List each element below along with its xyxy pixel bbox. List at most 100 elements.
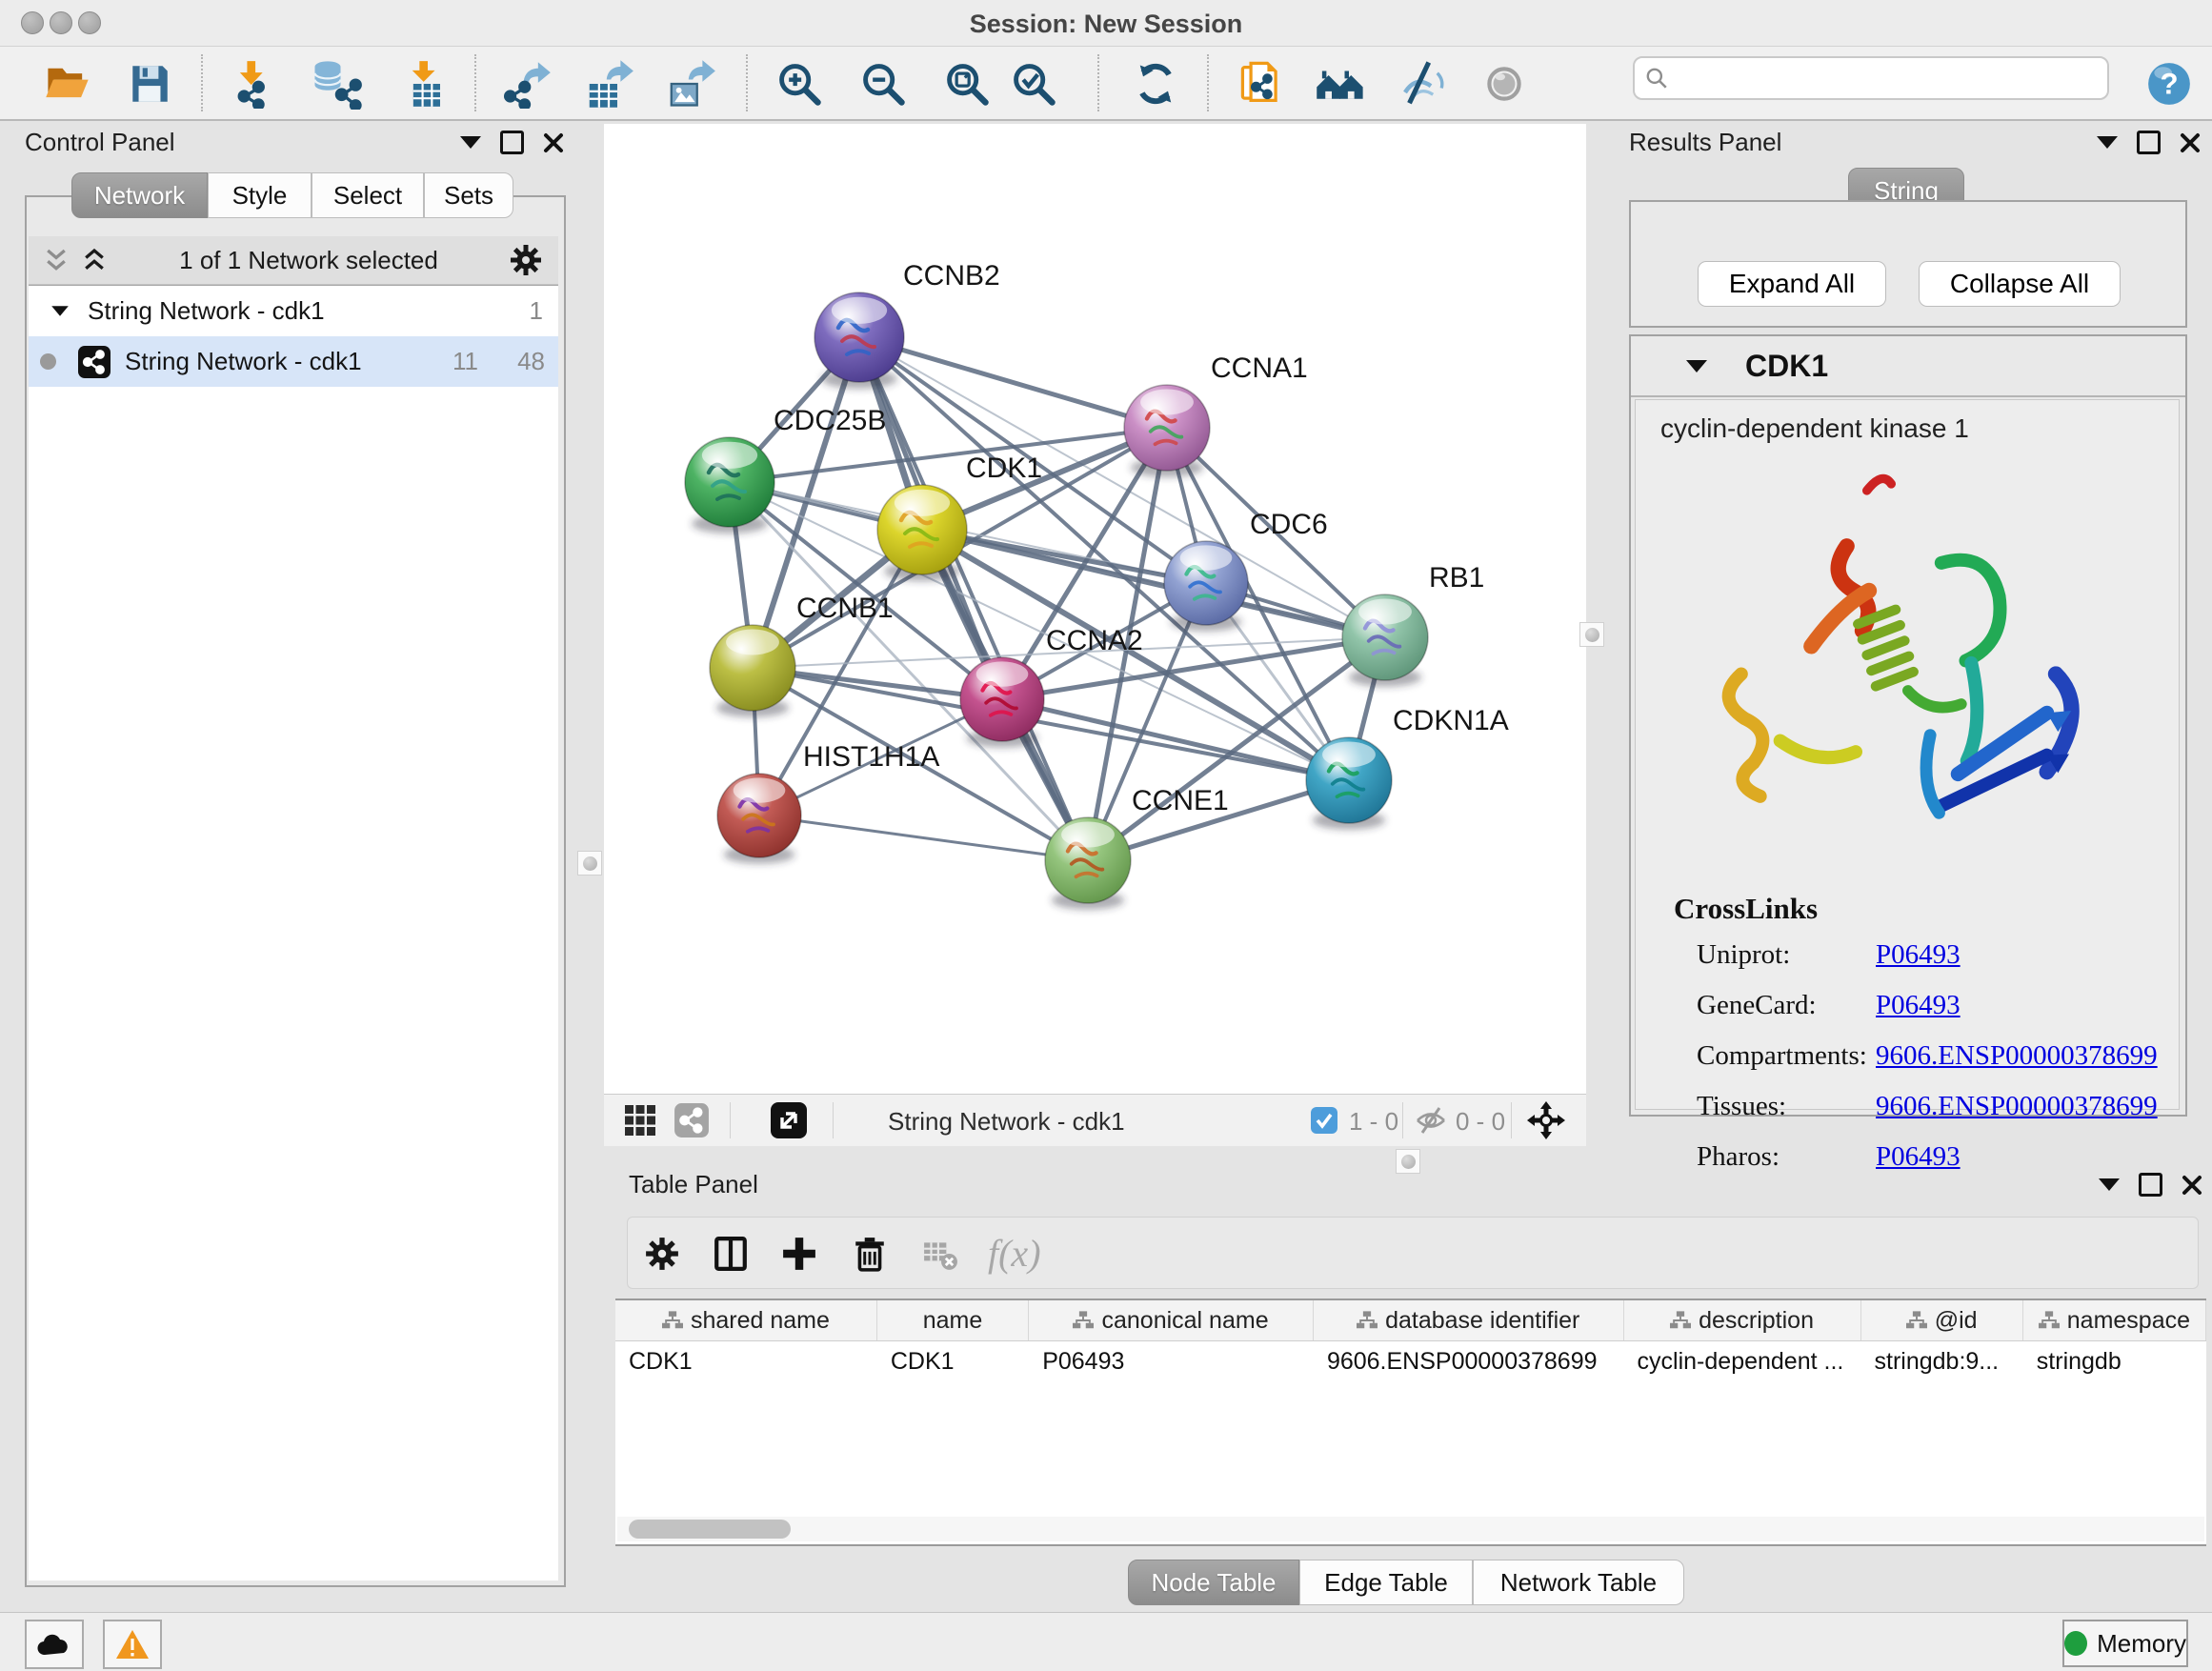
show-graphics-details-icon[interactable] [1478,58,1530,110]
tab-network-table[interactable]: Network Table [1473,1560,1684,1605]
hide-graphics-details-icon[interactable] [1397,58,1448,110]
export-table-icon[interactable] [583,58,634,110]
expand-all-button[interactable]: Expand All [1698,261,1886,307]
bottom-splitter-handle[interactable] [1396,1149,1420,1174]
export-network-icon[interactable] [502,58,553,110]
collapse-all-networks-icon[interactable] [42,246,70,274]
collection-expander-icon[interactable] [51,306,69,315]
column-header-canonical-name[interactable]: canonical name [1029,1300,1314,1340]
network-share-view-icon[interactable] [671,1101,713,1139]
refresh-icon[interactable] [1130,58,1181,110]
delete-table-icon [919,1233,961,1275]
control-panel-close-icon[interactable] [543,132,564,153]
tab-node-table[interactable]: Node Table [1128,1560,1299,1605]
results-panel-float-icon[interactable] [2137,131,2161,154]
table-cell[interactable]: stringdb [2023,1341,2206,1381]
table-horizontal-scrollbar[interactable] [617,1517,2204,1541]
table-row[interactable]: CDK1CDK1P064939606.ENSP00000378699cyclin… [615,1341,2206,1381]
crosslink-link[interactable]: 9606.ENSP00000378699 [1876,1040,2158,1072]
cloud-status-button[interactable] [25,1620,84,1669]
table-options-gear-icon[interactable] [641,1233,683,1275]
selected-nodes-checkbox-icon[interactable] [1309,1105,1339,1136]
zoom-in-icon[interactable] [774,58,825,110]
control-panel-menu-icon[interactable] [460,136,481,149]
open-in-new-window-icon[interactable] [768,1100,810,1140]
table-cell[interactable]: P06493 [1029,1341,1314,1381]
save-session-icon[interactable] [124,58,175,110]
search-input[interactable] [1677,64,2098,93]
results-panel-close-icon[interactable] [2180,132,2201,153]
results-panel-menu-icon[interactable] [2097,136,2118,149]
warning-status-button[interactable] [103,1620,162,1669]
table-cell[interactable]: 9606.ENSP00000378699 [1314,1341,1624,1381]
import-network-from-database-icon[interactable] [311,58,362,110]
open-session-icon[interactable] [42,58,93,110]
gene-entry-body: cyclin-dependent kinase 1 [1635,399,2180,1110]
zoom-fit-icon[interactable] [941,58,993,110]
memory-button[interactable]: Memory [2062,1620,2188,1667]
delete-column-icon[interactable] [849,1233,891,1275]
help-icon[interactable]: ? [2143,58,2195,110]
control-panel-float-icon[interactable] [500,131,524,154]
tab-network[interactable]: Network [71,172,208,218]
table-cell[interactable]: stringdb:9... [1861,1341,2023,1381]
tab-sets[interactable]: Sets [424,172,513,218]
zoom-out-icon[interactable] [857,58,909,110]
column-header-database-identifier[interactable]: database identifier [1314,1300,1624,1340]
crosslink-row: Compartments:9606.ENSP00000378699 [1697,1031,2163,1081]
column-header-name[interactable]: name [877,1300,1029,1340]
left-splitter-handle[interactable] [577,851,602,876]
control-panel-header: Control Panel [25,128,564,157]
network-row-selected[interactable]: String Network - cdk1 11 48 [29,336,558,387]
network-options-gear-icon[interactable] [509,243,543,277]
node-label-ccna2: CCNA2 [1046,625,1143,656]
search-field[interactable] [1633,56,2109,100]
scrollbar-thumb[interactable] [629,1520,791,1539]
gene-expander-icon[interactable] [1686,360,1707,372]
expand-all-networks-icon[interactable] [80,246,109,274]
network-canvas[interactable]: CCNB2CCNA1CDC25BCDK1CDC6RB1CCNB1CCNA2CDK… [604,124,1586,1094]
add-column-icon[interactable] [778,1233,820,1275]
tab-style[interactable]: Style [208,172,312,218]
table-cell[interactable]: CDK1 [615,1341,877,1381]
network-collection-row[interactable]: String Network - cdk1 1 [29,286,558,336]
table-panel-menu-icon[interactable] [2099,1178,2120,1191]
table-panel-float-icon[interactable] [2139,1173,2162,1197]
collapse-all-button[interactable]: Collapse All [1919,261,2121,307]
node-label-ccna1: CCNA1 [1211,352,1308,384]
crosslink-link[interactable]: P06493 [1876,939,1961,971]
crosslink-row: GeneCard:P06493 [1697,980,2163,1031]
table-cell[interactable]: CDK1 [877,1341,1029,1381]
tab-select[interactable]: Select [312,172,424,218]
status-bar [0,1612,2212,1671]
show-columns-icon[interactable] [710,1233,752,1275]
import-network-icon[interactable] [229,58,280,110]
node-label-rb1: RB1 [1429,562,1484,594]
search-icon [1644,66,1669,91]
column-header-namespace[interactable]: namespace [2023,1300,2206,1340]
gene-entry-header[interactable]: CDK1 [1631,336,2185,397]
protein-structure-image [1674,457,2131,857]
crosslink-link[interactable]: P06493 [1876,990,1961,1021]
zoom-selected-icon[interactable] [1008,58,1059,110]
crosslink-link[interactable]: P06493 [1876,1141,1961,1173]
column-header-@id[interactable]: @id [1861,1300,2023,1340]
node-label-hist1h1a: HIST1H1A [803,741,939,773]
table-panel-close-icon[interactable] [2182,1175,2202,1196]
grid-view-icon[interactable] [619,1101,661,1139]
results-entry-box: CDK1 cyclin-dependent kinase 1 [1629,334,2187,1117]
column-header-shared-name[interactable]: shared name [615,1300,877,1340]
export-image-icon[interactable] [665,58,716,110]
home-icon[interactable] [1315,58,1366,110]
collection-label: String Network - cdk1 [88,296,325,326]
birdseye-navigator-icon[interactable] [1524,1098,1568,1142]
crosslink-label: Compartments: [1697,1040,1876,1072]
table-cell[interactable]: cyclin-dependent ... [1624,1341,1861,1381]
crosslink-link[interactable]: 9606.ENSP00000378699 [1876,1091,2158,1122]
share-document-icon[interactable] [1237,58,1288,110]
tab-edge-table[interactable]: Edge Table [1299,1560,1473,1605]
import-table-icon[interactable] [402,58,453,110]
right-splitter-handle[interactable] [1579,622,1604,647]
svg-text:?: ? [2160,67,2178,100]
column-header-description[interactable]: description [1624,1300,1861,1340]
